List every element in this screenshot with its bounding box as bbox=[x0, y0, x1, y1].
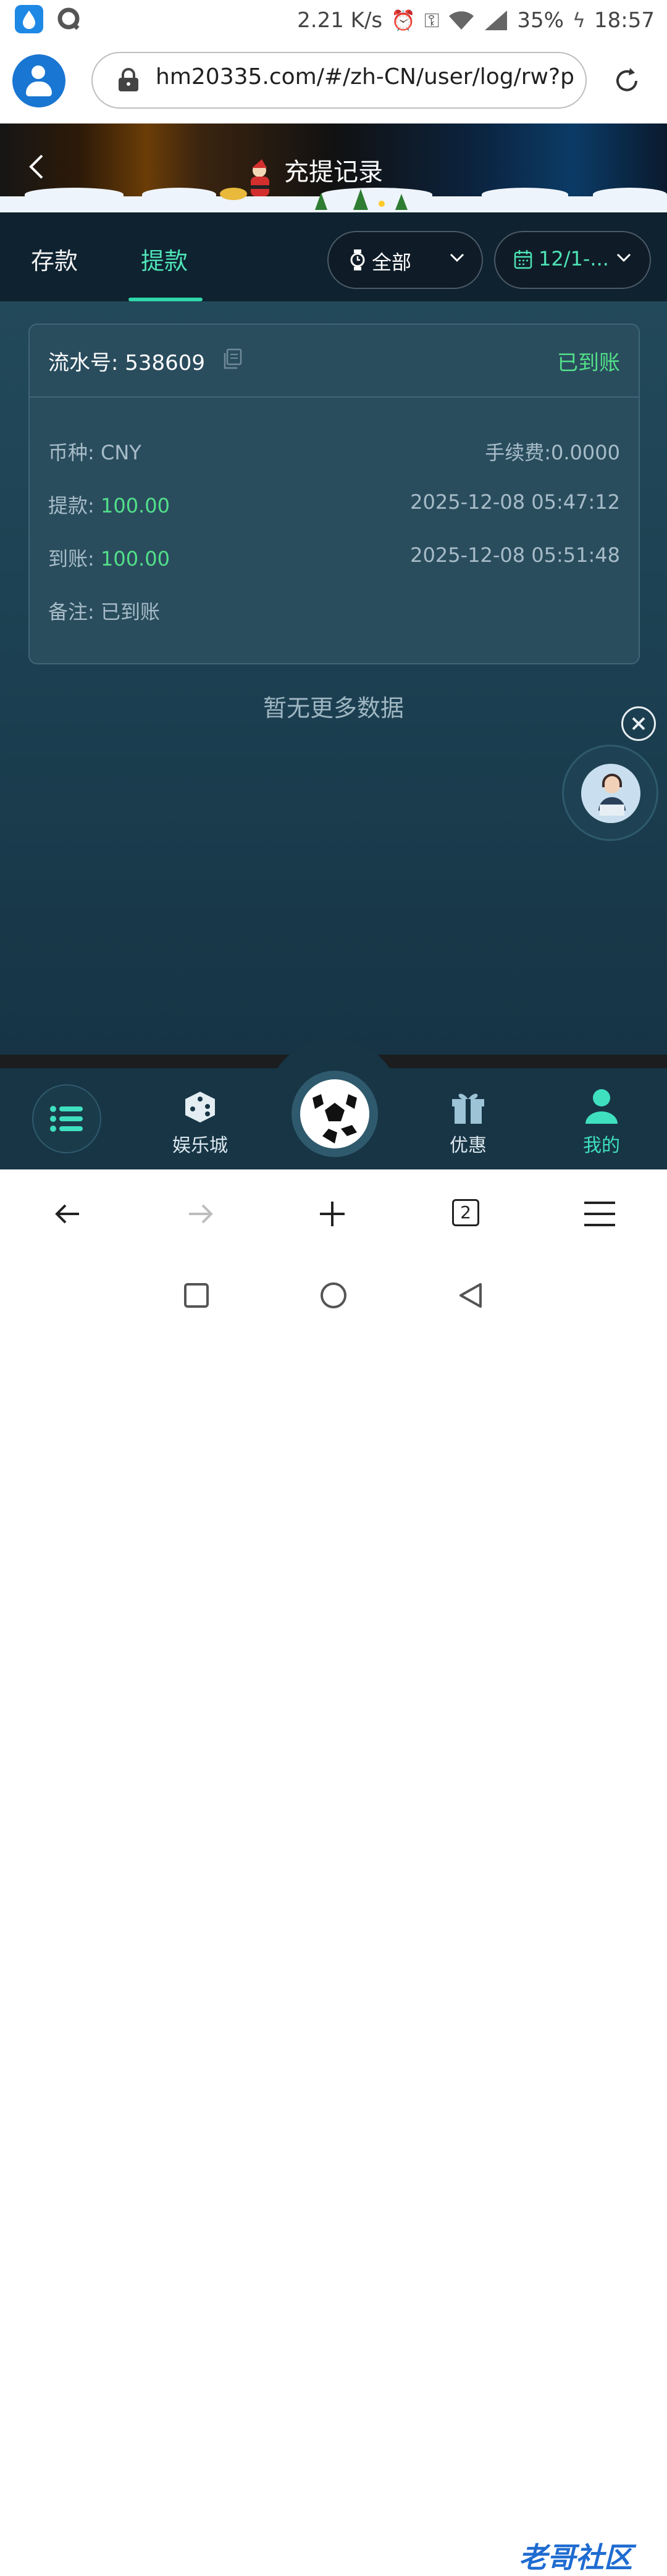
customer-service-button[interactable] bbox=[562, 745, 658, 841]
url-text[interactable]: hm20335.com/#/zh-CN/user/log/rw?pag bbox=[156, 64, 576, 95]
wifi-icon bbox=[449, 11, 474, 30]
dice-icon bbox=[185, 1092, 215, 1123]
reload-icon[interactable] bbox=[611, 65, 642, 96]
hamburger-menu-icon[interactable] bbox=[583, 1200, 616, 1227]
nav-sports-ball-button[interactable] bbox=[292, 1071, 378, 1157]
status-badge: 已到账 bbox=[557, 351, 620, 375]
close-float-button[interactable] bbox=[621, 706, 656, 741]
withdraw-amount: 100.00 bbox=[100, 494, 170, 517]
key-icon: ⚿ bbox=[424, 8, 440, 32]
q-app-icon bbox=[54, 5, 83, 33]
type-filter-value: 全部 bbox=[372, 251, 412, 274]
arrival-row: 到账: 100.00 bbox=[48, 543, 170, 572]
cell-signal-icon bbox=[485, 10, 508, 30]
nav-casino[interactable]: 娱乐城 bbox=[157, 1084, 243, 1165]
chevron-down-icon bbox=[450, 253, 464, 262]
currency-value: CNY bbox=[100, 441, 141, 464]
copy-icon[interactable] bbox=[222, 348, 243, 369]
browser-toolbar: 2 bbox=[0, 1169, 667, 1260]
status-bar: 2.21 K/s ⏰ ⚿ 35% ϟ 18:57 bbox=[0, 0, 667, 41]
system-back-icon[interactable] bbox=[456, 1281, 485, 1310]
list-menu-icon bbox=[50, 1106, 83, 1132]
date-filter-dropdown[interactable]: 12/1-... bbox=[494, 231, 651, 289]
fee: 手续费:0.0000 bbox=[485, 441, 620, 464]
android-nav-bar: 老哥社区 bbox=[0, 1260, 667, 2574]
serial-number: 流水号: 538609 bbox=[48, 346, 205, 376]
browser-back-icon[interactable] bbox=[53, 1199, 83, 1229]
withdraw-time: 2025-12-08 05:47:12 bbox=[410, 490, 620, 514]
currency-row: 币种: CNY bbox=[48, 437, 141, 466]
card-divider bbox=[30, 396, 639, 398]
tab-switcher-button[interactable]: 2 bbox=[452, 1199, 479, 1226]
arrival-time: 2025-12-08 05:51:48 bbox=[410, 543, 620, 567]
withdraw-label: 提款: bbox=[48, 494, 101, 517]
nav-promotions[interactable]: 优惠 bbox=[425, 1084, 511, 1165]
note-label: 备注: bbox=[48, 600, 101, 624]
battery-level: 35% bbox=[517, 8, 564, 33]
type-filter-dropdown[interactable]: 全部 bbox=[327, 231, 483, 289]
close-icon bbox=[632, 717, 645, 730]
home-icon[interactable] bbox=[319, 1281, 348, 1310]
network-speed: 2.21 K/s bbox=[297, 8, 383, 33]
soccer-ball-icon bbox=[313, 1094, 357, 1144]
serial-label: 流水号: bbox=[48, 351, 125, 375]
browser-forward-icon[interactable] bbox=[185, 1199, 215, 1229]
date-filter-value: 12/1-... bbox=[539, 247, 609, 270]
tab-withdraw[interactable]: 提款 bbox=[141, 242, 188, 276]
page-title: 充提记录 bbox=[284, 158, 383, 186]
withdraw-row: 提款: 100.00 bbox=[48, 490, 170, 519]
nav-mine[interactable]: 我的 bbox=[558, 1084, 645, 1165]
tab-deposit[interactable]: 存款 bbox=[31, 242, 78, 276]
arrival-label: 到账: bbox=[48, 547, 101, 571]
user-icon bbox=[585, 1089, 618, 1124]
alarm-icon: ⏰ bbox=[391, 9, 416, 32]
nav-promotions-label: 优惠 bbox=[450, 1135, 487, 1156]
new-tab-plus-icon[interactable] bbox=[317, 1199, 347, 1229]
watermark-logo: 老哥社区 bbox=[519, 2541, 632, 2574]
gift-icon bbox=[452, 1094, 484, 1124]
recent-apps-icon[interactable] bbox=[183, 1282, 210, 1309]
note-row: 备注: 已到账 bbox=[48, 596, 160, 625]
charging-icon: ϟ bbox=[572, 9, 586, 32]
menu-button[interactable] bbox=[32, 1084, 101, 1153]
clock: 18:57 bbox=[594, 8, 655, 33]
no-more-data-text: 暂无更多数据 bbox=[262, 695, 404, 722]
profile-avatar-icon[interactable] bbox=[12, 54, 65, 107]
nav-mine-label: 我的 bbox=[583, 1135, 620, 1156]
nav-casino-label: 娱乐城 bbox=[172, 1135, 228, 1156]
christmas-trees-decoration bbox=[315, 189, 408, 210]
lock-icon bbox=[119, 68, 138, 91]
arrival-amount: 100.00 bbox=[100, 547, 170, 571]
chevron-down-icon bbox=[616, 253, 631, 262]
serial-value: 538609 bbox=[125, 351, 206, 375]
currency-label: 币种: bbox=[48, 441, 101, 464]
address-field[interactable]: hm20335.com/#/zh-CN/user/log/rw?pag bbox=[91, 52, 587, 109]
customer-service-icon bbox=[598, 774, 626, 816]
note-value: 已到账 bbox=[100, 600, 160, 624]
calendar-icon bbox=[514, 250, 532, 269]
drop-app-icon bbox=[15, 5, 43, 33]
watch-icon bbox=[350, 249, 365, 270]
